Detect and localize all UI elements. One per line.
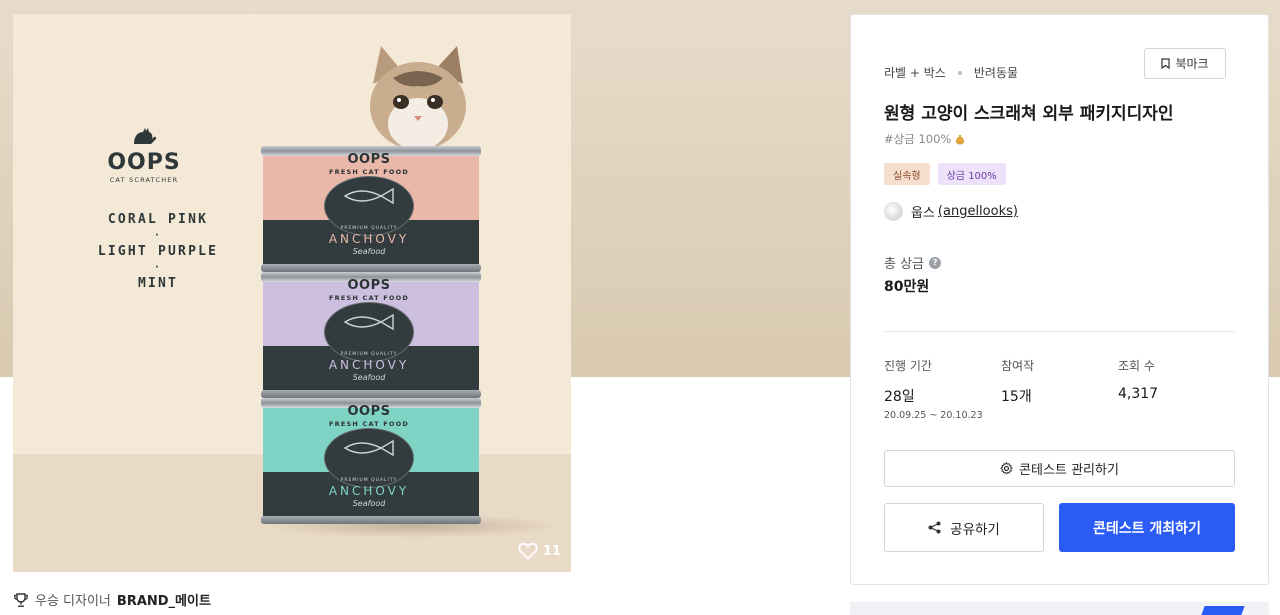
fish-icon — [343, 313, 394, 331]
can-coral: OOPS FRESH CAT FOOD PREMIUM QUALITY ANCH… — [261, 146, 481, 272]
stat-label: 참여작 — [1001, 359, 1035, 373]
fish-icon — [343, 439, 394, 457]
can-line: FRESH CAT FOOD — [329, 168, 409, 176]
share-button[interactable]: 공유하기 — [884, 503, 1044, 552]
accent-shape — [1197, 606, 1245, 615]
can-flavor: ANCHOVY — [328, 232, 410, 246]
can-type: Seafood — [352, 373, 386, 382]
stat-views: 조회 수 4,317 — [1118, 357, 1158, 402]
host-contest-button[interactable]: 콘테스트 개최하기 — [1059, 503, 1235, 552]
color-separator: · — [153, 262, 163, 273]
stat-value: 4,317 — [1118, 386, 1159, 402]
brand-name: OOPS — [107, 150, 181, 175]
share-icon — [928, 521, 941, 534]
can-label: OOPS — [347, 404, 391, 419]
tagline-text: #상금 100% — [884, 132, 952, 146]
manage-contest-label: 콘테스트 관리하기 — [1019, 463, 1119, 478]
color-option: CORAL PINK — [107, 212, 209, 227]
can-flavor: ANCHOVY — [328, 484, 410, 498]
money-bag-icon — [956, 134, 965, 144]
heart-icon — [518, 542, 538, 560]
breadcrumb: 라벨 + 박스 반려동물 — [884, 64, 1018, 81]
badge-prize: 상금 100% — [937, 163, 1006, 185]
cat-silhouette-icon — [134, 128, 157, 144]
can-stack: OOPS FRESH CAT FOOD PREMIUM QUALITY ANCH… — [261, 146, 481, 524]
divider — [884, 331, 1235, 332]
like-button[interactable]: 11 — [518, 542, 561, 560]
can-flavor: ANCHOVY — [328, 358, 410, 372]
stat-entries: 참여작 15개 — [1001, 357, 1034, 406]
stat-period: 진행 기간 28일 20.09.25 ~ 20.10.23 — [884, 357, 983, 421]
color-options: CORAL PINK · LIGHT PURPLE · MINT — [73, 212, 243, 292]
winner-name[interactable]: BRAND_메이트 — [117, 590, 211, 609]
help-icon[interactable]: ? — [929, 256, 942, 269]
can-label: OOPS — [347, 278, 391, 293]
badge-package-type: 실속형 — [884, 163, 930, 185]
trophy-icon — [14, 592, 28, 607]
manage-contest-button[interactable]: 콘테스트 관리하기 — [884, 450, 1235, 487]
gear-icon — [1000, 462, 1013, 475]
can-purple: OOPS FRESH CAT FOOD PREMIUM QUALITY ANCH… — [261, 272, 481, 398]
breadcrumb-subcategory[interactable]: 반려동물 — [974, 64, 1018, 81]
bookmark-icon — [1161, 58, 1171, 69]
share-label: 공유하기 — [950, 521, 1000, 538]
can-line: FRESH CAT FOOD — [329, 420, 409, 428]
brand-logo: OOPS CAT SCRATCHER — [83, 122, 205, 184]
contest-title: 원형 고양이 스크래쳐 외부 패키지디자인 — [884, 104, 1174, 124]
prize-value: 80만원 — [884, 279, 930, 295]
prize-label: 총 상금 ? — [884, 253, 942, 272]
can-type: Seafood — [352, 247, 386, 256]
contest-tagline: #상금 100% — [884, 131, 965, 147]
like-count: 11 — [542, 543, 561, 559]
contest-badges: 실속형 상금 100% — [884, 163, 1006, 185]
bookmark-label: 북마크 — [1175, 57, 1209, 71]
color-option: LIGHT PURPLE — [97, 244, 219, 259]
winner-info: 우승 디자이너 BRAND_메이트 — [13, 590, 211, 609]
stat-value: 15개 — [1001, 389, 1032, 405]
stat-label: 진행 기간 — [884, 359, 932, 373]
color-option: MINT — [137, 276, 179, 291]
contest-thumbnail[interactable]: OOPS CAT SCRATCHER CORAL PINK · LIGHT PU… — [13, 14, 571, 572]
can-line: FRESH CAT FOOD — [329, 294, 409, 302]
can-mint: OOPS FRESH CAT FOOD PREMIUM QUALITY ANCH… — [261, 398, 481, 524]
breadcrumb-separator — [957, 70, 962, 75]
stat-date-range: 20.09.25 ~ 20.10.23 — [884, 410, 983, 421]
contest-owner[interactable]: 웁스 (angellooks) — [884, 202, 1018, 221]
can-premium: PREMIUM QUALITY — [340, 352, 398, 357]
contest-info-panel: 라벨 + 박스 반려동물 북마크 원형 고양이 스크래쳐 외부 패키지디자인 #… — [850, 14, 1269, 585]
winner-label: 우승 디자이너 — [35, 594, 111, 609]
fish-icon — [343, 187, 394, 205]
breadcrumb-category[interactable]: 라벨 + 박스 — [884, 64, 946, 81]
next-section-peek — [850, 602, 1269, 615]
stat-label: 조회 수 — [1118, 359, 1155, 373]
owner-handle[interactable]: (angellooks) — [938, 204, 1018, 219]
prize-label-text: 총 상금 — [884, 257, 925, 272]
avatar — [884, 202, 903, 221]
bookmark-button[interactable]: 북마크 — [1144, 48, 1226, 79]
stat-value: 28일 — [884, 389, 915, 405]
owner-name: 웁스 — [911, 206, 935, 221]
brand-subtitle: CAT SCRATCHER — [109, 176, 179, 184]
color-separator: · — [153, 230, 163, 241]
can-type: Seafood — [352, 499, 386, 508]
can-label: OOPS — [347, 152, 391, 167]
can-premium: PREMIUM QUALITY — [340, 478, 398, 483]
can-premium: PREMIUM QUALITY — [340, 226, 398, 231]
